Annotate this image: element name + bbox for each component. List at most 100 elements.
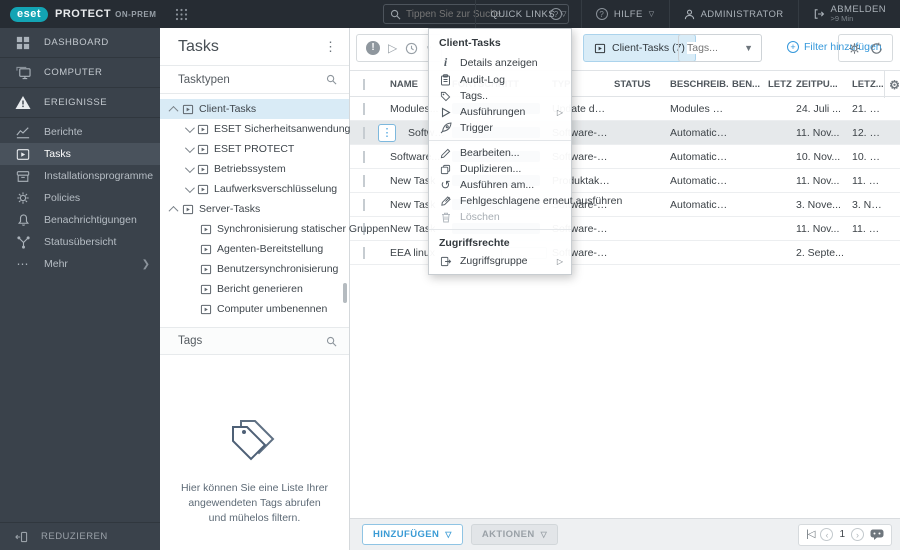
- app-grid-icon[interactable]: [175, 8, 188, 21]
- row-context-menu-button[interactable]: ⋮: [378, 124, 396, 142]
- sidebar-item-computer[interactable]: COMPUTER: [0, 58, 160, 88]
- tree-item-label: ESET PROTECT: [214, 143, 295, 155]
- tree-item-eset-sicherheitsanwendung[interactable]: ESET Sicherheitsanwendung: [160, 119, 351, 139]
- bell-icon: [15, 213, 31, 227]
- column-header-letz2[interactable]: LETZ...: [848, 79, 884, 90]
- help-menu[interactable]: ? HILFE ▽: [580, 0, 669, 28]
- row-checkbox[interactable]: [363, 102, 365, 115]
- column-header-letz1[interactable]: LETZ...: [764, 79, 792, 90]
- tree-item-synchronisierung[interactable]: Synchronisierung statischer Gruppen: [160, 219, 390, 239]
- quick-links-menu[interactable]: QUICK LINKS ▽: [475, 0, 580, 28]
- help-icon: ?: [595, 8, 608, 20]
- row-checkbox[interactable]: [363, 198, 365, 211]
- menu-item-fehlgeschlagene-erneut[interactable]: Fehlgeschlagene erneut ausführen: [429, 193, 622, 209]
- menu-item-ausfuehrungen[interactable]: Ausführungen ▷: [429, 104, 571, 120]
- refresh-icon[interactable]: [870, 42, 883, 55]
- submenu-arrow-icon: ▷: [556, 256, 563, 266]
- previous-page-icon[interactable]: ‹: [820, 528, 834, 541]
- hinzufuegen-button[interactable]: HINZUFÜGEN ▽: [362, 524, 463, 545]
- tags-filter-input[interactable]: [687, 42, 733, 54]
- column-header-zeitpunkt[interactable]: ZEITPU...: [792, 79, 848, 90]
- task-letzte: 12. N...: [852, 126, 884, 139]
- expand-caret-icon[interactable]: [184, 182, 195, 193]
- sidebar-item-installationsprogramme[interactable]: Installationsprogramme: [0, 165, 160, 187]
- sidebar-item-berichte[interactable]: Berichte: [0, 121, 160, 143]
- menu-item-loeschen[interactable]: Löschen: [429, 209, 571, 225]
- tree-item-agenten-bereitstellung[interactable]: Agenten-Bereitstellung: [160, 239, 349, 259]
- menu-item-duplizieren[interactable]: Duplizieren...: [429, 161, 571, 177]
- collapse-sidebar-button[interactable]: REDUZIEREN: [0, 522, 160, 550]
- task-letzte: 10. N...: [852, 150, 884, 163]
- search-icon[interactable]: [326, 74, 337, 85]
- search-icon[interactable]: [326, 336, 337, 347]
- sidebar-item-benachrichtigungen[interactable]: Benachrichtigungen: [0, 209, 160, 231]
- user-label: ADMINISTRATOR: [700, 8, 784, 20]
- gear-icon[interactable]: [848, 42, 861, 55]
- aktionen-button[interactable]: AKTIONEN ▽: [470, 524, 559, 545]
- row-checkbox[interactable]: [363, 126, 365, 139]
- menu-item-audit-log[interactable]: Audit-Log: [429, 72, 571, 88]
- tree-item-eset-protect[interactable]: ESET PROTECT: [160, 139, 349, 159]
- select-all-checkbox[interactable]: [363, 79, 365, 90]
- tree-item-label: Laufwerksverschlüsselung: [214, 183, 338, 195]
- submenu-arrow-icon: ▷: [556, 107, 563, 117]
- tree-item-client-tasks[interactable]: Client-Tasks: [160, 99, 349, 119]
- menu-item-details-anzeigen[interactable]: i Details anzeigen: [429, 53, 571, 72]
- expand-caret-icon[interactable]: [184, 122, 195, 133]
- tasktype-icon: [197, 184, 209, 195]
- tree-item-bericht-generieren[interactable]: Bericht generieren: [160, 279, 349, 299]
- expand-caret-icon[interactable]: [184, 142, 195, 153]
- menu-item-trigger[interactable]: Trigger: [429, 120, 571, 136]
- expand-caret-icon[interactable]: [184, 162, 195, 173]
- tree-item-benutzersynchronisierung[interactable]: Benutzersynchronisierung: [160, 259, 349, 279]
- info-icon: i: [443, 55, 448, 69]
- menu-item-tags[interactable]: Tags..: [429, 88, 571, 104]
- sidebar-item-statusuebersicht[interactable]: Statusübersicht: [0, 231, 160, 253]
- tree-item-label: ESET Sicherheitsanwendung: [214, 123, 351, 135]
- menu-item-ausfuehren-am[interactable]: ↺ Ausführen am...: [429, 177, 571, 193]
- installer-icon: [15, 170, 31, 183]
- sidebar-item-label: Berichte: [44, 126, 83, 138]
- feedback-bubble-icon[interactable]: [870, 529, 884, 540]
- tree-item-betriebssystem[interactable]: Betriebssystem: [160, 159, 349, 179]
- sidebar-item-policies[interactable]: Policies: [0, 187, 160, 209]
- sidebar-item-tasks[interactable]: Tasks: [0, 143, 160, 165]
- tree-item-computer-umbenennen[interactable]: Computer umbenennen: [160, 299, 349, 319]
- sidebar-item-label: EREIGNISSE: [44, 97, 108, 108]
- details-icon[interactable]: !: [365, 41, 380, 55]
- sidebar-item-label: Statusübersicht: [44, 236, 117, 248]
- column-header-ben[interactable]: BEN...: [728, 79, 764, 90]
- column-settings-gear-icon[interactable]: ⚙: [884, 71, 900, 98]
- panel-menu-icon[interactable]: ⋮: [324, 39, 337, 55]
- menu-item-zugriffsgruppe[interactable]: Zugriffsgruppe ▷: [429, 253, 571, 269]
- menu-item-bearbeiten[interactable]: Bearbeiten...: [429, 145, 571, 161]
- user-menu[interactable]: ADMINISTRATOR: [668, 0, 798, 28]
- chevron-down-icon: ▽: [445, 530, 452, 539]
- next-page-icon[interactable]: ›: [851, 528, 864, 541]
- sidebar-item-label: Tasks: [44, 148, 71, 160]
- first-page-icon[interactable]: |◁: [806, 529, 815, 540]
- collapse-caret-icon[interactable]: [168, 105, 179, 116]
- task-zeitpunkt: 3. Nove...: [796, 198, 841, 211]
- row-checkbox[interactable]: [363, 174, 365, 187]
- tags-filter-dropdown[interactable]: ▼: [678, 34, 762, 62]
- hinzufuegen-label: HINZUFÜGEN: [373, 529, 440, 540]
- collapse-caret-icon[interactable]: [168, 205, 179, 216]
- run-icon[interactable]: ▷: [388, 41, 397, 55]
- tasktype-icon: [197, 124, 209, 135]
- sidebar-item-ereignisse[interactable]: EREIGNISSE: [0, 88, 160, 118]
- tree-item-label: Synchronisierung statischer Gruppen: [217, 223, 390, 235]
- tree-item-server-tasks[interactable]: Server-Tasks: [160, 199, 349, 219]
- row-checkbox[interactable]: [363, 246, 365, 259]
- schedule-icon[interactable]: [405, 42, 418, 55]
- panel-scrollbar-thumb[interactable]: [343, 283, 347, 303]
- tree-item-laufwerksverschluesselung[interactable]: Laufwerksverschlüsselung: [160, 179, 349, 199]
- pen-retry-icon: [439, 195, 452, 207]
- row-checkbox[interactable]: [363, 150, 365, 163]
- logout-button[interactable]: ABMELDEN >9 Min: [797, 0, 900, 28]
- sidebar-item-mehr[interactable]: ⋯ Mehr ❯: [0, 253, 160, 275]
- column-header-status[interactable]: STATUS: [610, 79, 666, 90]
- column-header-beschreibung[interactable]: BESCHREIB...: [666, 79, 728, 90]
- sidebar-item-dashboard[interactable]: DASHBOARD: [0, 28, 160, 58]
- menu-item-label: Details anzeigen: [460, 56, 538, 69]
